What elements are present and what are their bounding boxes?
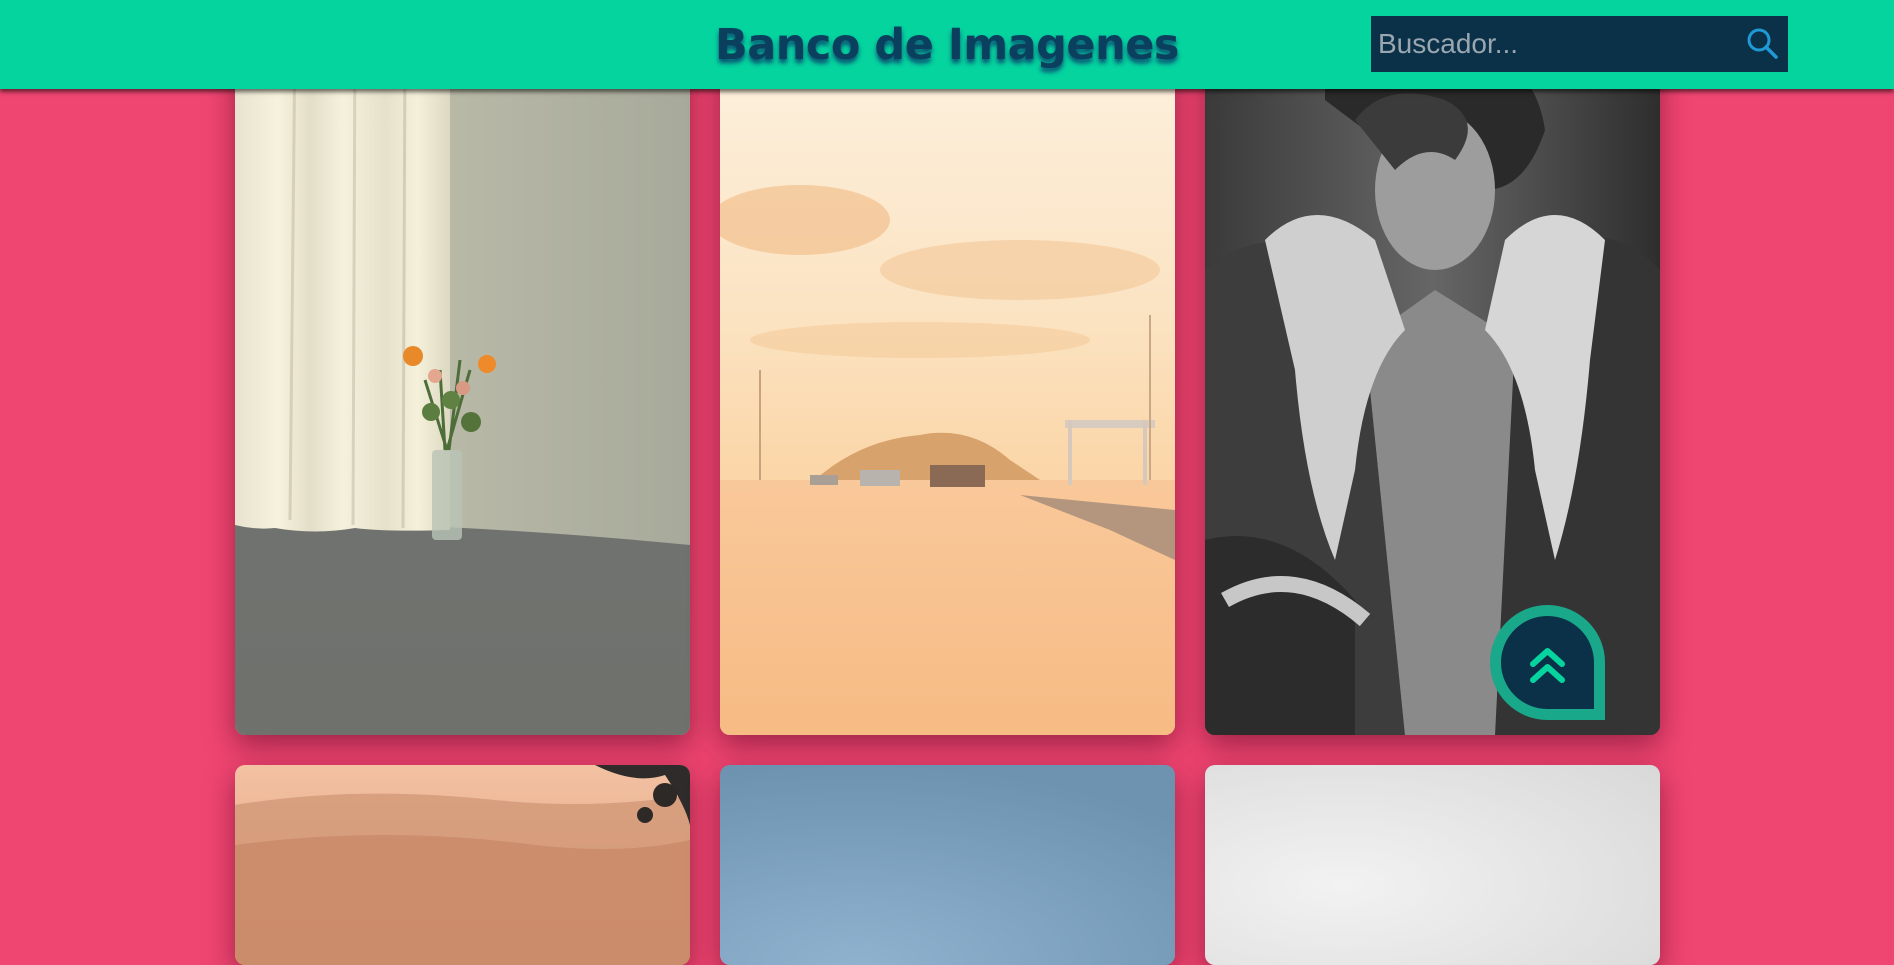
search-box [1371,16,1788,72]
search-icon[interactable] [1744,26,1780,62]
image-card-flowers[interactable] [235,40,690,735]
image-grid [0,0,1894,965]
image-misty-fields [235,765,690,965]
image-harbor-sunset [720,40,1175,735]
scroll-top-button[interactable] [1487,602,1608,723]
image-white-backdrop [1205,765,1660,965]
image-card-white[interactable] [1205,765,1660,965]
image-blue-sky [720,765,1175,965]
image-card-sky[interactable] [720,765,1175,965]
search-input[interactable] [1371,16,1731,72]
image-card-fields[interactable] [235,765,690,965]
top-header: Banco de Imagenes [0,0,1894,89]
image-card-harbor[interactable] [720,40,1175,735]
image-flowers-vase [235,40,690,735]
